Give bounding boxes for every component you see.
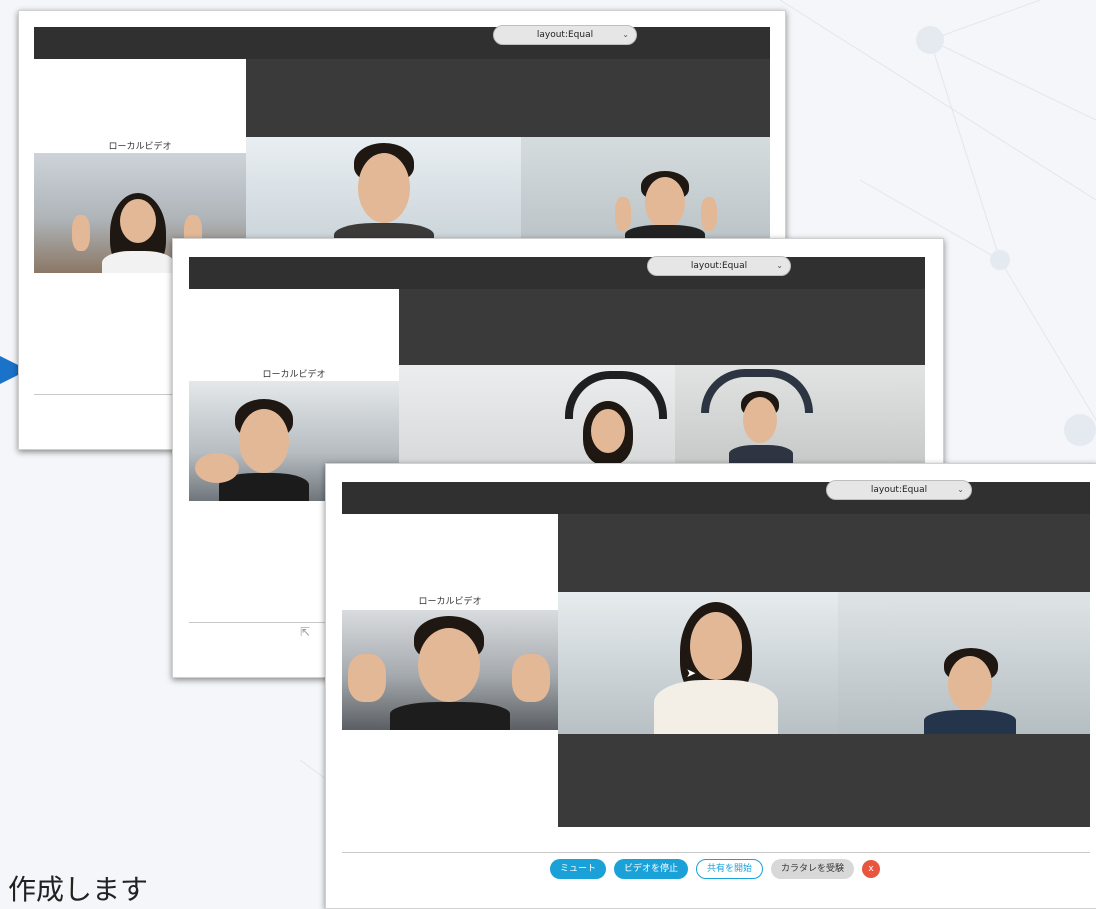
window-topbar: [342, 482, 1090, 514]
layout-select-value: layout:Equal: [536, 30, 594, 40]
stop-video-button[interactable]: ビデオを停止: [614, 859, 689, 879]
mute-button[interactable]: ミュート: [550, 859, 607, 879]
call-controls: ミュート ビデオを停止 共有を開始 カラタレを受験 x: [550, 859, 881, 879]
remote-video-1: [399, 365, 675, 465]
layout-select-value: layout:Equal: [690, 261, 748, 271]
person-body: [654, 680, 778, 734]
peace-sign-hand: [615, 197, 631, 231]
local-video-label: ローカルビデオ: [108, 142, 172, 152]
remote-video-2: [675, 365, 925, 465]
person-face: [645, 177, 685, 229]
mouse-cursor-icon: ⇱: [300, 625, 311, 639]
person-face: [418, 628, 480, 702]
person-face: [120, 199, 156, 243]
mouse-cursor-icon: ➤: [686, 666, 697, 680]
window-topbar: [34, 27, 770, 59]
close-call-button[interactable]: x: [862, 860, 881, 878]
heart-hand: [195, 453, 239, 483]
person-body: [390, 702, 510, 730]
caption-text: 作成します: [8, 873, 149, 906]
remote-video-2: [838, 592, 1090, 734]
person-body: [102, 251, 174, 273]
receive-color-button[interactable]: カラタレを受験: [771, 859, 855, 879]
controls-divider: [342, 852, 1090, 853]
person-raised-arms: [701, 369, 813, 413]
person-face: [690, 612, 742, 680]
person-face: [948, 656, 992, 712]
video-window-3: layout:Equal ⌄ ローカルビデオ ➤ ミュート ビデオを停止 共有を…: [325, 463, 1096, 909]
thumbs-up-hand: [512, 654, 550, 702]
peace-sign-hand: [72, 215, 90, 251]
layout-select-value: layout:Equal: [870, 485, 928, 495]
person-face: [358, 153, 410, 223]
local-video: [342, 610, 558, 730]
person-body: [924, 710, 1016, 734]
remote-video-2: [521, 137, 770, 247]
layout-select[interactable]: layout:Equal ⌄: [647, 256, 791, 276]
local-video-label: ローカルビデオ: [262, 370, 326, 380]
chevron-down-icon: ⌄: [622, 30, 629, 39]
remote-video-1: [246, 137, 521, 247]
thumbs-up-hand: [348, 654, 386, 702]
remote-video-area: [246, 59, 770, 137]
window-topbar: [189, 257, 925, 289]
chevron-down-icon: ⌄: [957, 485, 964, 494]
person-body: [729, 445, 793, 465]
remote-video-area: [399, 289, 925, 365]
peace-sign-hand: [701, 197, 717, 231]
remote-video-1: [558, 592, 838, 734]
layout-select[interactable]: layout:Equal ⌄: [826, 480, 972, 500]
start-share-button[interactable]: 共有を開始: [696, 859, 764, 879]
person-raised-arms: [565, 371, 667, 419]
person-face: [239, 409, 289, 473]
layout-select[interactable]: layout:Equal ⌄: [493, 25, 637, 45]
local-video-label: ローカルビデオ: [418, 597, 482, 607]
chevron-down-icon: ⌄: [776, 261, 783, 270]
